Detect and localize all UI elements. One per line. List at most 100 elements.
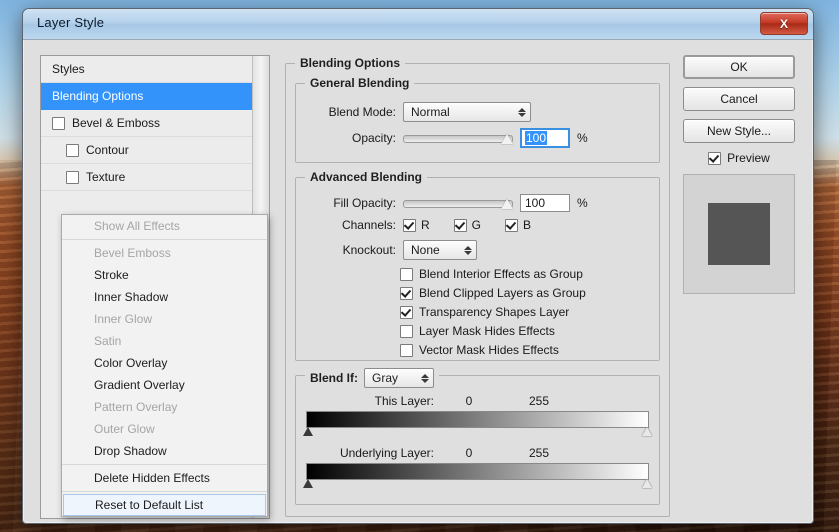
option-checkbox[interactable] <box>400 267 413 281</box>
blend-if-min-value: 0 <box>465 446 473 460</box>
preview-checkbox[interactable] <box>708 151 722 165</box>
knockout-value: None <box>411 243 440 257</box>
blend-if-slider-label: Underlying Layer: <box>339 446 434 460</box>
blend-if-gradient-bar <box>306 463 649 480</box>
fill-opacity-input[interactable]: 100 <box>520 194 570 212</box>
sidebar-item-label: Styles <box>52 62 85 76</box>
fill-opacity-value: 100 <box>525 196 546 210</box>
cancel-button[interactable]: Cancel <box>683 87 795 111</box>
blend-if-sliders: This Layer: 0 255 Underlying Layer: 0 255 <box>303 394 652 490</box>
channels-label: Channels: <box>341 218 396 232</box>
option-layer-mask-hides-effects[interactable]: Layer Mask Hides Effects <box>400 324 586 338</box>
blend-if-channel-select[interactable]: Gray <box>364 368 434 388</box>
channels-row: RGB <box>403 218 531 232</box>
effect-checkbox[interactable] <box>52 116 65 130</box>
option-blend-interior-effects-as-group[interactable]: Blend Interior Effects as Group <box>400 267 586 281</box>
option-checkbox[interactable] <box>400 324 413 338</box>
opacity-unit: % <box>577 131 588 145</box>
blend-mode-label: Blend Mode: <box>328 105 396 119</box>
close-icon[interactable]: X <box>760 12 808 35</box>
channel-checkbox-r[interactable] <box>403 218 416 232</box>
channel-b[interactable]: B <box>505 218 531 232</box>
menu-item-delete-hidden-effects[interactable]: Delete Hidden Effects <box>62 467 267 489</box>
sidebar-item-label: Bevel & Emboss <box>72 116 161 130</box>
style-preview-box <box>683 174 795 294</box>
preview-label: Preview <box>727 151 770 165</box>
blend-if-slider-label: This Layer: <box>374 394 434 408</box>
menu-item-stroke[interactable]: Stroke <box>62 264 267 286</box>
menu-item-reset-to-default-list[interactable]: Reset to Default List <box>63 494 266 516</box>
menu-separator <box>62 491 267 492</box>
dialog-actions: OK Cancel New Style... Preview <box>683 55 795 294</box>
option-label: Transparency Shapes Layer <box>419 305 570 319</box>
sidebar-item-blending-options[interactable]: Blending Options <box>41 83 253 110</box>
sidebar-item-bevel-emboss[interactable]: Bevel & Emboss <box>41 110 253 137</box>
effect-checkbox[interactable] <box>66 170 79 184</box>
option-label: Layer Mask Hides Effects <box>419 324 555 338</box>
blend-if-max-value: 255 <box>528 446 550 460</box>
blend-if-black-handle[interactable] <box>303 427 313 436</box>
sidebar-item-styles[interactable]: Styles <box>41 56 253 83</box>
option-label: Blend Interior Effects as Group <box>419 267 583 281</box>
channel-g[interactable]: G <box>453 218 482 232</box>
menu-item-inner-shadow[interactable]: Inner Shadow <box>62 286 267 308</box>
option-blend-clipped-layers-as-group[interactable]: Blend Clipped Layers as Group <box>400 286 586 300</box>
preview-toggle[interactable]: Preview <box>683 151 795 165</box>
blending-options-pane: Blending Options General Blending Blend … <box>285 55 670 517</box>
menu-item-show-all-effects: Show All Effects <box>94 219 180 233</box>
sidebar-item-contour[interactable]: Contour <box>41 137 253 164</box>
blend-if-min-value: 0 <box>465 394 473 408</box>
option-label: Blend Clipped Layers as Group <box>419 286 586 300</box>
option-checkbox[interactable] <box>400 305 413 319</box>
general-blending-group: General Blending Blend Mode: Normal Opac… <box>295 76 660 163</box>
blend-if-black-handle[interactable] <box>303 479 313 488</box>
menu-item-satin: Satin <box>94 334 122 348</box>
opacity-input[interactable]: 100 <box>520 128 570 148</box>
blend-mode-select[interactable]: Normal <box>403 102 531 122</box>
channel-r[interactable]: R <box>403 218 430 232</box>
menu-item-gradient-overlay[interactable]: Gradient Overlay <box>62 374 267 396</box>
opacity-slider[interactable] <box>403 131 513 145</box>
channel-checkbox-b[interactable] <box>505 218 519 232</box>
blend-if-slider[interactable] <box>303 463 652 490</box>
dialog-titlebar[interactable]: Layer Style X <box>23 9 813 40</box>
advanced-blending-group: Advanced Blending Fill Opacity: 100 % Ch… <box>295 170 660 361</box>
blend-if-white-handle[interactable] <box>642 427 652 436</box>
knockout-label: Knockout: <box>342 243 396 257</box>
menu-separator <box>62 464 267 465</box>
fill-opacity-slider-handle[interactable] <box>501 199 513 209</box>
menu-item-drop-shadow[interactable]: Drop Shadow <box>62 440 267 462</box>
menu-item-color-overlay[interactable]: Color Overlay <box>62 352 267 374</box>
blend-if-gradient-bar <box>306 411 649 428</box>
channel-checkbox-g[interactable] <box>453 218 467 232</box>
option-transparency-shapes-layer[interactable]: Transparency Shapes Layer <box>400 305 586 319</box>
chevron-updown-icon <box>516 107 527 117</box>
knockout-select[interactable]: None <box>403 240 477 260</box>
new-style-button[interactable]: New Style... <box>683 119 795 143</box>
opacity-label: Opacity: <box>351 131 396 145</box>
blend-if-slider[interactable] <box>303 411 652 438</box>
sidebar-item-label: Blending Options <box>52 89 144 103</box>
fill-opacity-slider-track <box>403 200 513 208</box>
effects-context-menu[interactable]: Show All Effects Bevel Emboss Stroke Inner … <box>61 214 268 517</box>
blend-if-white-handle[interactable] <box>642 479 652 488</box>
blend-mode-value: Normal <box>411 105 450 119</box>
ok-button[interactable]: OK <box>683 55 795 79</box>
menu-item-pattern-overlay: Pattern Overlay <box>94 400 178 414</box>
blend-if-slider-header: This Layer: 0 255 <box>306 394 649 408</box>
sidebar-item-label: Texture <box>86 170 126 184</box>
style-preview-swatch <box>708 203 770 265</box>
menu-item-bevel-emboss: Bevel Emboss <box>94 246 171 260</box>
channel-label: G <box>471 218 482 232</box>
sidebar-item-texture[interactable]: Texture <box>41 164 253 191</box>
opacity-slider-handle[interactable] <box>501 134 513 144</box>
option-vector-mask-hides-effects[interactable]: Vector Mask Hides Effects <box>400 343 586 357</box>
option-checkbox[interactable] <box>400 343 413 357</box>
fill-opacity-slider[interactable] <box>403 196 513 210</box>
menu-item-outer-glow: Outer Glow <box>94 422 155 436</box>
option-checkbox[interactable] <box>400 286 413 300</box>
effect-checkbox[interactable] <box>66 143 79 157</box>
advanced-blending-legend: Advanced Blending <box>305 170 428 184</box>
fill-opacity-label: Fill Opacity: <box>333 196 396 210</box>
chevron-updown-icon <box>462 245 473 255</box>
